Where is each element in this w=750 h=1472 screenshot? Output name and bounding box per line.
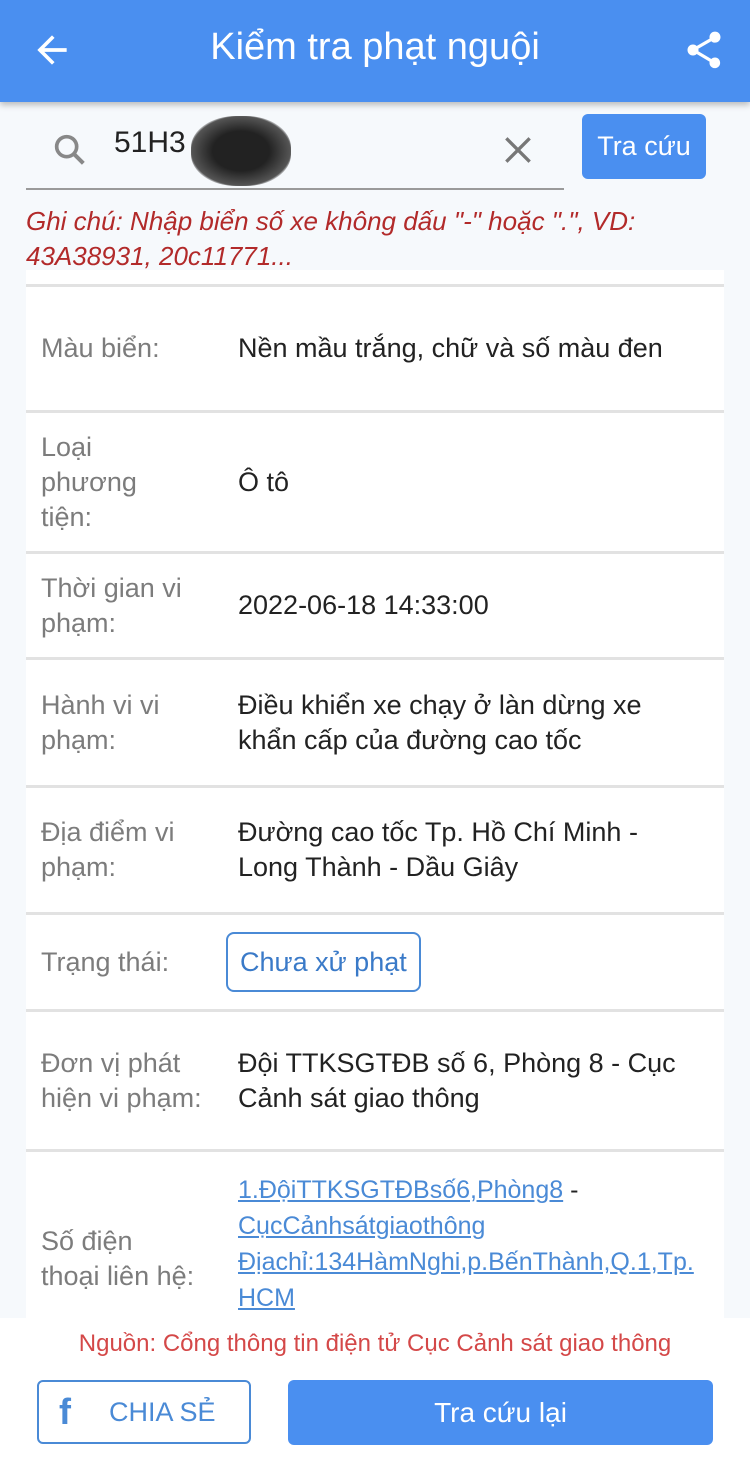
row-label: Trạng thái: (41, 946, 170, 977)
contact-link[interactable]: CụcCảnhsátgiaothông (238, 1212, 485, 1240)
row-label: Địa điểm vi phạm: (41, 817, 175, 882)
close-icon[interactable] (498, 130, 538, 170)
violation-details: Màu biển: Nền mầu trắng, chữ và số màu đ… (26, 270, 724, 1320)
search-value[interactable]: 51H3 (114, 126, 186, 160)
row-label: Loại phương tiện: (41, 431, 137, 532)
search-button[interactable]: Tra cứu (582, 114, 706, 179)
input-note: Ghi chú: Nhập biển số xe không dấu "-" h… (26, 206, 636, 271)
row-value: 2022-06-18 14:33:00 (238, 590, 489, 620)
row-label: Màu biển: (41, 333, 160, 363)
app-bar: Kiểm tra phạt nguội (0, 0, 750, 102)
row-value: Đường cao tốc Tp. Hồ Chí Minh - Long Thà… (238, 817, 638, 882)
contact-link[interactable]: 1.ĐộiTTKSGTĐBsố6,Phòng8 (238, 1176, 563, 1204)
row-label: Số điện thoại liên hệ: (41, 1226, 195, 1291)
row-label: Đơn vị phát hiện vi phạm: (41, 1047, 202, 1113)
row-value: Điều khiển xe chạy ở làn dừng xe khẩn cấ… (238, 689, 642, 755)
detail-row: Hành vi vi phạm: Điều khiển xe chạy ở là… (26, 657, 724, 785)
plate-search-input[interactable]: 51H3 (26, 112, 564, 190)
search-again-button[interactable]: Tra cứu lại (288, 1380, 713, 1445)
row-value: Đội TTKSGTĐB số 6, Phòng 8 - Cục Cảnh sá… (238, 1047, 676, 1113)
footer: Nguồn: Cổng thông tin điện tử Cục Cảnh s… (0, 1318, 750, 1472)
share-label: CHIA SẺ (109, 1396, 216, 1427)
detail-row: Địa điểm vi phạm: Đường cao tốc Tp. Hồ C… (26, 785, 724, 912)
row-value: Nền mầu trắng, chữ và số màu đen (238, 333, 663, 363)
detail-row: Đơn vị phát hiện vi phạm: Đội TTKSGTĐB s… (26, 1009, 724, 1149)
facebook-share-button[interactable]: f CHIA SẺ (37, 1380, 251, 1444)
detail-row: Trạng thái: Chưa xử phạt (26, 912, 724, 1009)
detail-row: Màu biển: Nền mầu trắng, chữ và số màu đ… (26, 284, 724, 410)
row-label: Thời gian vi phạm: (41, 572, 182, 638)
status-badge: Chưa xử phạt (226, 932, 421, 992)
row-label: Hành vi vi phạm: (41, 689, 160, 755)
address-link[interactable]: Địachỉ:134HàmNghi,p.BếnThành,Q.1,Tp.HCM (238, 1248, 694, 1312)
detail-row: Số điện thoại liên hệ: 1.ĐộiTTKSGTĐBsố6,… (26, 1149, 724, 1320)
row-value: Ô tô (238, 466, 290, 497)
redacted-blur (191, 116, 291, 186)
detail-row: Loại phương tiện: Ô tô (26, 410, 724, 551)
share-icon[interactable] (682, 28, 726, 72)
detail-row: Thời gian vi phạm: 2022-06-18 14:33:00 (26, 551, 724, 657)
search-icon (54, 134, 85, 165)
separator: - (563, 1176, 579, 1204)
facebook-icon: f (59, 1391, 71, 1432)
page-title: Kiểm tra phạt nguội (210, 26, 540, 68)
source-note: Nguồn: Cổng thông tin điện tử Cục Cảnh s… (78, 1330, 672, 1357)
